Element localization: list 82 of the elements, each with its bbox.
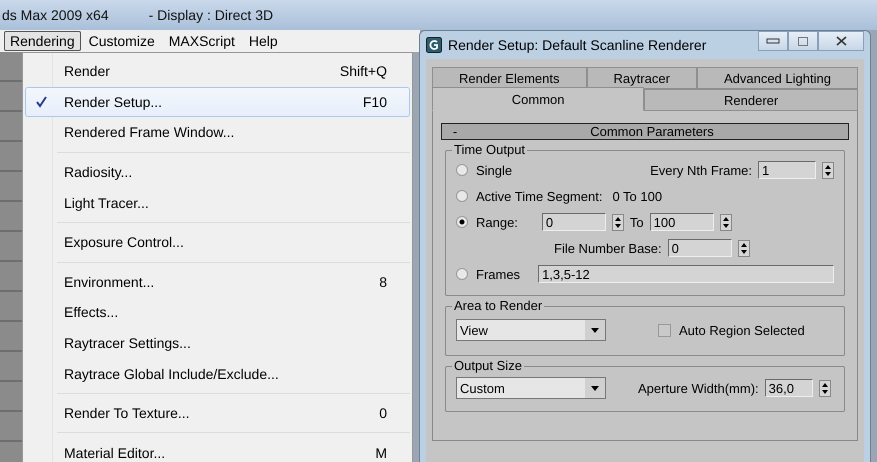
shortcut-label: 0 (379, 405, 387, 422)
number-field[interactable]: 1 (758, 161, 816, 179)
group-title: Output Size (452, 358, 524, 373)
radio-button[interactable] (456, 164, 468, 176)
radio-label: Range: (476, 214, 518, 230)
tab[interactable]: Common (432, 87, 644, 111)
dropdown[interactable]: Custom (456, 377, 606, 399)
checkbox[interactable] (658, 324, 671, 336)
display-mode: - Display : Direct 3D (148, 7, 274, 23)
caret-icon (591, 386, 599, 390)
menu-item[interactable]: Render To Texture... 0 (25, 398, 410, 428)
group-title: Area to Render (452, 298, 544, 313)
field-label: Aperture Width(mm): (638, 380, 759, 396)
shortcut-label: Shift+Q (340, 63, 387, 80)
caret-icon (591, 328, 599, 332)
number-field[interactable]: 100 (650, 213, 714, 231)
rollout-header[interactable]: - Common Parameters (441, 123, 849, 140)
window-title: Render Setup: Default Scanline Renderer (448, 37, 708, 53)
field-label: Every Nth Frame: (650, 162, 752, 178)
radio-label: Frames (476, 266, 520, 282)
menu-item[interactable]: Rendered Frame Window... (25, 117, 410, 148)
menu-item[interactable]: Environment... 8 (25, 266, 410, 298)
field-label: File Number Base: (554, 240, 662, 256)
menu-bar-item[interactable]: Customize (82, 31, 161, 51)
menu-bar-item[interactable]: Help (242, 31, 284, 51)
menu-item[interactable]: Exposure Control... (25, 226, 410, 258)
app-title: ds Max 2009 x64 (2, 7, 109, 23)
maximize-button[interactable] (788, 31, 818, 51)
menu-item-label: Rendered Frame Window... (63, 124, 236, 140)
radio-button[interactable] (456, 216, 468, 228)
radio-label: Active Time Segment: (476, 188, 602, 204)
menu-item[interactable]: Radiosity... (25, 156, 410, 188)
menu-item-label: Material Editor... (63, 444, 166, 461)
menu-item[interactable]: Raytracer Settings... (25, 328, 410, 358)
menu-bar-item[interactable]: MAXScript (162, 31, 241, 51)
group-title: Time Output (452, 142, 528, 157)
field-label: To (630, 214, 644, 230)
radio-label: Single (476, 162, 512, 178)
menu-item[interactable]: Material Editor... M (25, 437, 410, 462)
number-field[interactable]: 36,0 (764, 379, 813, 397)
frames-field[interactable]: 1,3,5-12 (538, 265, 834, 283)
checkbox-label: Auto Region Selected (679, 322, 805, 338)
menu-item-label: Exposure Control... (63, 234, 185, 250)
menu-item-label: Raytracer Settings... (63, 335, 192, 351)
close-button[interactable] (818, 31, 864, 51)
close-icon (836, 36, 846, 46)
radio-button[interactable] (456, 268, 468, 280)
number-field[interactable]: 0 (668, 239, 732, 257)
menu-item[interactable]: Render Setup... F10 (25, 86, 410, 118)
menu-item-label: Raytrace Global Include/Exclude... (63, 366, 280, 382)
menu-item-label: Render Setup... (63, 94, 164, 110)
spinner-icon[interactable] (738, 240, 750, 256)
minimize-button[interactable] (758, 31, 788, 51)
dropdown[interactable]: View (456, 319, 606, 341)
menu-item[interactable]: Effects... (25, 297, 410, 328)
menu-item-label: Environment... (63, 274, 156, 290)
tab[interactable]: Advanced Lighting (696, 67, 858, 89)
minimize-icon (766, 38, 780, 44)
tab[interactable]: Renderer (644, 89, 858, 111)
shortcut-label: 8 (379, 274, 387, 290)
menu-item-label: Render (63, 63, 111, 80)
number-field[interactable]: 0 (542, 213, 606, 231)
spinner-icon[interactable] (720, 214, 732, 230)
menu-item-label: Radiosity... (63, 164, 134, 180)
menu-item-label: Render To Texture... (63, 405, 191, 422)
spinner-icon[interactable] (818, 380, 831, 396)
spinner-icon[interactable] (612, 214, 624, 230)
spinner-icon[interactable] (822, 162, 834, 178)
radio-button[interactable] (456, 190, 468, 202)
shortcut-label: F10 (362, 94, 387, 110)
tab[interactable]: Raytracer (586, 67, 697, 89)
menu-item[interactable]: Light Tracer... (25, 187, 410, 218)
maximize-icon (798, 36, 808, 46)
menu-item[interactable]: Raytrace Global Include/Exclude... (25, 358, 410, 389)
shortcut-label: M (375, 444, 387, 461)
menu-item-label: Light Tracer... (63, 194, 150, 211)
menu-item[interactable]: Render Shift+Q (25, 56, 410, 87)
segment-value: 0 To 100 (612, 188, 662, 204)
tab[interactable]: Render Elements (432, 67, 587, 89)
menu-item-label: Effects... (63, 304, 120, 320)
menu-bar-item[interactable]: Rendering (4, 31, 81, 51)
app-icon (426, 37, 442, 53)
